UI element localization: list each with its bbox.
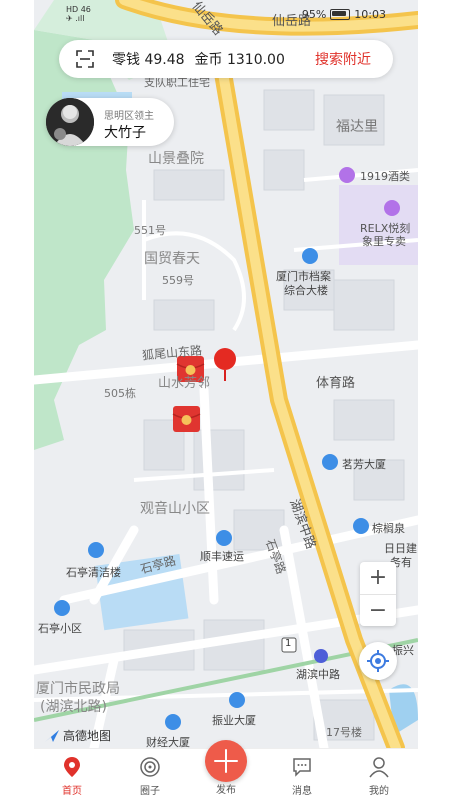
zoom-controls: + − [360, 562, 396, 626]
district-lord-card[interactable]: 思明区领主 大竹子 [46, 98, 174, 146]
red-envelope-marker-1[interactable] [176, 356, 205, 382]
wallet-balance: 零钱 49.48 [112, 52, 185, 68]
scan-icon[interactable] [76, 50, 94, 68]
locate-icon [367, 650, 389, 672]
nav-circle-label: 圈子 [140, 786, 160, 797]
coin-balance: 金币 1310.00 [194, 52, 285, 68]
locate-me-button[interactable] [359, 642, 397, 680]
top-info-bar: 零钱 49.48 金币 1310.00 搜索附近 [59, 40, 393, 78]
nav-home[interactable]: 首页 [42, 749, 102, 800]
phone-screen: 仙岳路 仙岳路 支队职工住宅 学 福达里 山景叠院 1919酒类 RELX悦刻 … [34, 0, 418, 800]
red-envelope-marker-2[interactable] [172, 406, 201, 432]
lord-name: 大竹子 [104, 125, 146, 141]
network-indicator: HD 46 ✈ .ıll [66, 5, 91, 23]
nav-home-label: 首页 [62, 786, 82, 797]
zoom-out-button[interactable]: − [360, 594, 396, 627]
nav-messages[interactable]: 消息 [272, 749, 332, 800]
nav-circle[interactable]: 圈子 [120, 749, 180, 800]
amap-arrow-icon [45, 729, 59, 742]
battery-icon [330, 9, 351, 20]
nav-mine-label: 我的 [369, 786, 389, 797]
nav-mine[interactable]: 我的 [349, 749, 409, 800]
publish-button[interactable] [205, 740, 247, 782]
clock: 10:03 [354, 8, 386, 21]
lord-title: 思明区领主 [104, 111, 154, 122]
network-type: HD 46 [66, 5, 91, 14]
zoom-in-button[interactable]: + [360, 562, 396, 594]
message-icon [293, 758, 311, 777]
publish-label: 发布 [216, 785, 236, 796]
amap-logo: 高德地图 [44, 727, 111, 744]
status-bar: HD 46 ✈ .ıll 95% 10:03 [34, 0, 418, 30]
nav-messages-label: 消息 [292, 786, 312, 797]
avatar[interactable] [46, 98, 94, 146]
location-pin-icon [64, 757, 80, 777]
signal-icon: ✈ .ıll [66, 14, 85, 23]
amap-label: 高德地图 [63, 729, 112, 743]
search-nearby-button[interactable]: 搜索附近 [315, 49, 371, 69]
status-right: 95% 10:03 [302, 8, 386, 21]
circle-icon [140, 757, 160, 777]
user-icon [369, 757, 389, 778]
battery-percent: 95% [301, 8, 327, 21]
